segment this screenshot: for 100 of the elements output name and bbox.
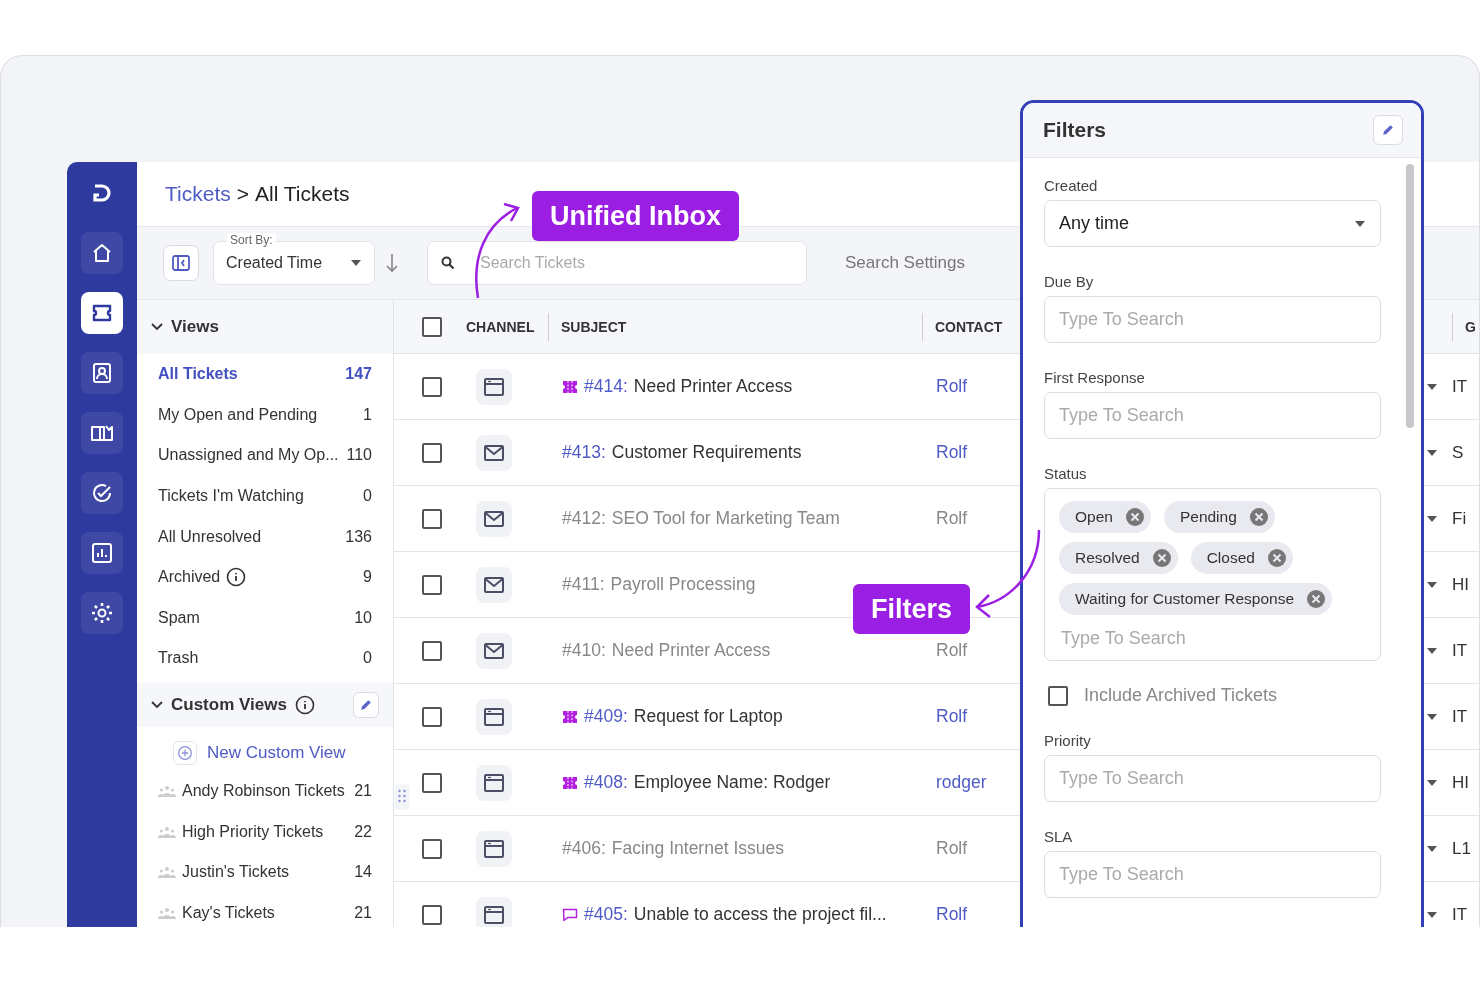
contact-link[interactable]: Rolf	[936, 640, 968, 661]
view-item[interactable]: All Unresolved 136	[137, 516, 393, 557]
view-item[interactable]: All Tickets 147	[137, 354, 393, 395]
view-item[interactable]: Archived 9	[137, 556, 393, 598]
status-tag[interactable]: Open	[1059, 501, 1151, 533]
nav-item[interactable]	[81, 472, 123, 514]
ticket-subject[interactable]: #414: Need Printer Access	[548, 376, 793, 397]
nav-item[interactable]	[81, 232, 123, 274]
contact-link[interactable]: Rolf	[936, 838, 968, 859]
column-header[interactable]: G	[1452, 312, 1479, 341]
row-checkbox[interactable]	[422, 904, 442, 925]
custom-view-item[interactable]: Justin's Tickets 14	[137, 851, 393, 893]
status-tag[interactable]: Waiting for Customer Response	[1059, 583, 1333, 615]
remove-icon[interactable]	[1266, 548, 1287, 568]
sort-direction-icon[interactable]	[385, 252, 399, 274]
status-tag[interactable]: Pending	[1163, 501, 1275, 533]
edit-button[interactable]	[353, 691, 379, 718]
chevron-icon[interactable]	[151, 323, 163, 331]
column-header[interactable]: CONTACT	[922, 312, 1003, 341]
remove-icon[interactable]	[1124, 507, 1145, 527]
column-header[interactable]: CHANNEL	[466, 312, 548, 341]
tag-input-field[interactable]: Open Pending Resolved Closed Waiting for Customer Response Type To Search	[1044, 488, 1381, 661]
view-count: 147	[345, 365, 372, 384]
nav-item[interactable]	[81, 412, 123, 454]
status-tag[interactable]: Closed	[1190, 542, 1293, 574]
custom-view-item[interactable]: Andy Robinson Tickets 21	[137, 770, 393, 812]
contact-link[interactable]: Rolf	[936, 376, 968, 397]
view-item[interactable]: Trash 0	[137, 638, 393, 679]
row-checkbox[interactable]	[422, 574, 442, 595]
scrollbar[interactable]	[1406, 164, 1414, 428]
plus-icon	[173, 740, 197, 765]
field-label: SLA	[1044, 827, 1074, 847]
row-checkbox[interactable]	[422, 376, 442, 397]
panel-toggle-button[interactable]	[163, 245, 199, 281]
nav-item[interactable]	[81, 352, 123, 394]
contact-card-icon	[90, 361, 114, 385]
row-checkbox[interactable]	[422, 442, 442, 463]
view-count: 21	[354, 903, 372, 922]
column-header[interactable]: SUBJECT	[548, 312, 922, 341]
search-field[interactable]: Search Tickets	[427, 241, 807, 285]
field-label: Sort By:	[227, 233, 276, 247]
custom-view-item[interactable]: High Priority Tickets 22	[137, 811, 393, 852]
caret-icon	[1426, 580, 1438, 589]
contact-link[interactable]: Rolf	[936, 904, 968, 925]
remove-icon[interactable]	[1151, 548, 1172, 568]
view-item[interactable]: Tickets I'm Watching 0	[137, 475, 393, 517]
breadcrumb-link[interactable]: Tickets	[165, 182, 231, 206]
ticket-subject[interactable]: #411: Payroll Processing	[548, 574, 756, 595]
input-field[interactable]: Type To Search	[1044, 392, 1381, 439]
contact-link[interactable]: Rolf	[936, 706, 968, 727]
custom-views-header[interactable]: Custom Views	[137, 682, 393, 727]
group-cell-text: IT	[1452, 376, 1469, 397]
nav-item[interactable]	[81, 292, 123, 334]
row-checkbox[interactable]	[422, 640, 442, 661]
view-item[interactable]: Spam 10	[137, 597, 393, 639]
row-checkbox[interactable]	[422, 508, 442, 529]
nav-item[interactable]	[81, 592, 123, 634]
row-checkbox[interactable]	[422, 838, 442, 859]
ticket-subject[interactable]: #405: Unable to access the project fil...	[548, 904, 887, 925]
ticket-subject[interactable]: #406: Facing Internet Issues	[548, 838, 784, 859]
ticket-subject[interactable]: #409: Request for Laptop	[548, 706, 783, 727]
checkbox[interactable]	[1048, 685, 1068, 706]
contact-link[interactable]: Rolf	[936, 442, 968, 463]
row-checkbox[interactable]	[422, 706, 442, 727]
views-header[interactable]: Views	[137, 300, 393, 354]
view-item[interactable]: Unassigned and My Op... 110	[137, 435, 393, 476]
row-checkbox[interactable]	[422, 772, 442, 793]
edit-button[interactable]	[1373, 115, 1403, 145]
group-cell-text: L1	[1452, 838, 1472, 859]
remove-icon[interactable]	[1248, 507, 1269, 527]
contact-link[interactable]: Rolf	[936, 508, 968, 529]
caret-icon	[1426, 514, 1438, 523]
search-settings-link[interactable]: Search Settings	[845, 253, 965, 273]
input-field[interactable]: Type To Search	[1044, 851, 1381, 898]
section-title: Views	[171, 317, 219, 337]
select-all-checkbox[interactable]	[422, 316, 442, 337]
input-field[interactable]: Type To Search	[1044, 296, 1381, 343]
view-item[interactable]: My Open and Pending 1	[137, 394, 393, 436]
drag-handle-icon[interactable]	[394, 784, 410, 810]
view-count: 22	[354, 822, 372, 841]
view-label: High Priority Tickets	[182, 822, 325, 841]
search-input[interactable]: Type To Search	[1059, 624, 1366, 652]
info-icon	[226, 567, 247, 588]
checkbox-label[interactable]: Include Archived Tickets	[1084, 685, 1278, 706]
select-field[interactable]: Any time	[1044, 200, 1381, 247]
contact-link[interactable]: rodger	[936, 772, 987, 793]
new-custom-view-button[interactable]: New Custom View	[137, 726, 393, 771]
browser-window-icon	[476, 698, 512, 735]
remove-icon[interactable]	[1306, 589, 1327, 609]
custom-view-item[interactable]: Kay's Tickets 21	[137, 892, 393, 927]
status-tag[interactable]: Resolved	[1059, 542, 1178, 574]
input-field[interactable]: Type To Search	[1044, 755, 1381, 802]
view-count: 9	[363, 568, 372, 587]
ticket-subject[interactable]: #410: Need Printer Access	[548, 640, 771, 661]
ticket-subject[interactable]: #408: Employee Name: Rodger	[548, 772, 831, 793]
chevron-icon[interactable]	[151, 700, 163, 709]
view-label: Spam	[158, 608, 200, 627]
ticket-subject[interactable]: #413: Customer Requirements	[548, 442, 802, 463]
nav-item[interactable]	[81, 532, 123, 574]
ticket-subject[interactable]: #412: SEO Tool for Marketing Team	[548, 508, 840, 529]
